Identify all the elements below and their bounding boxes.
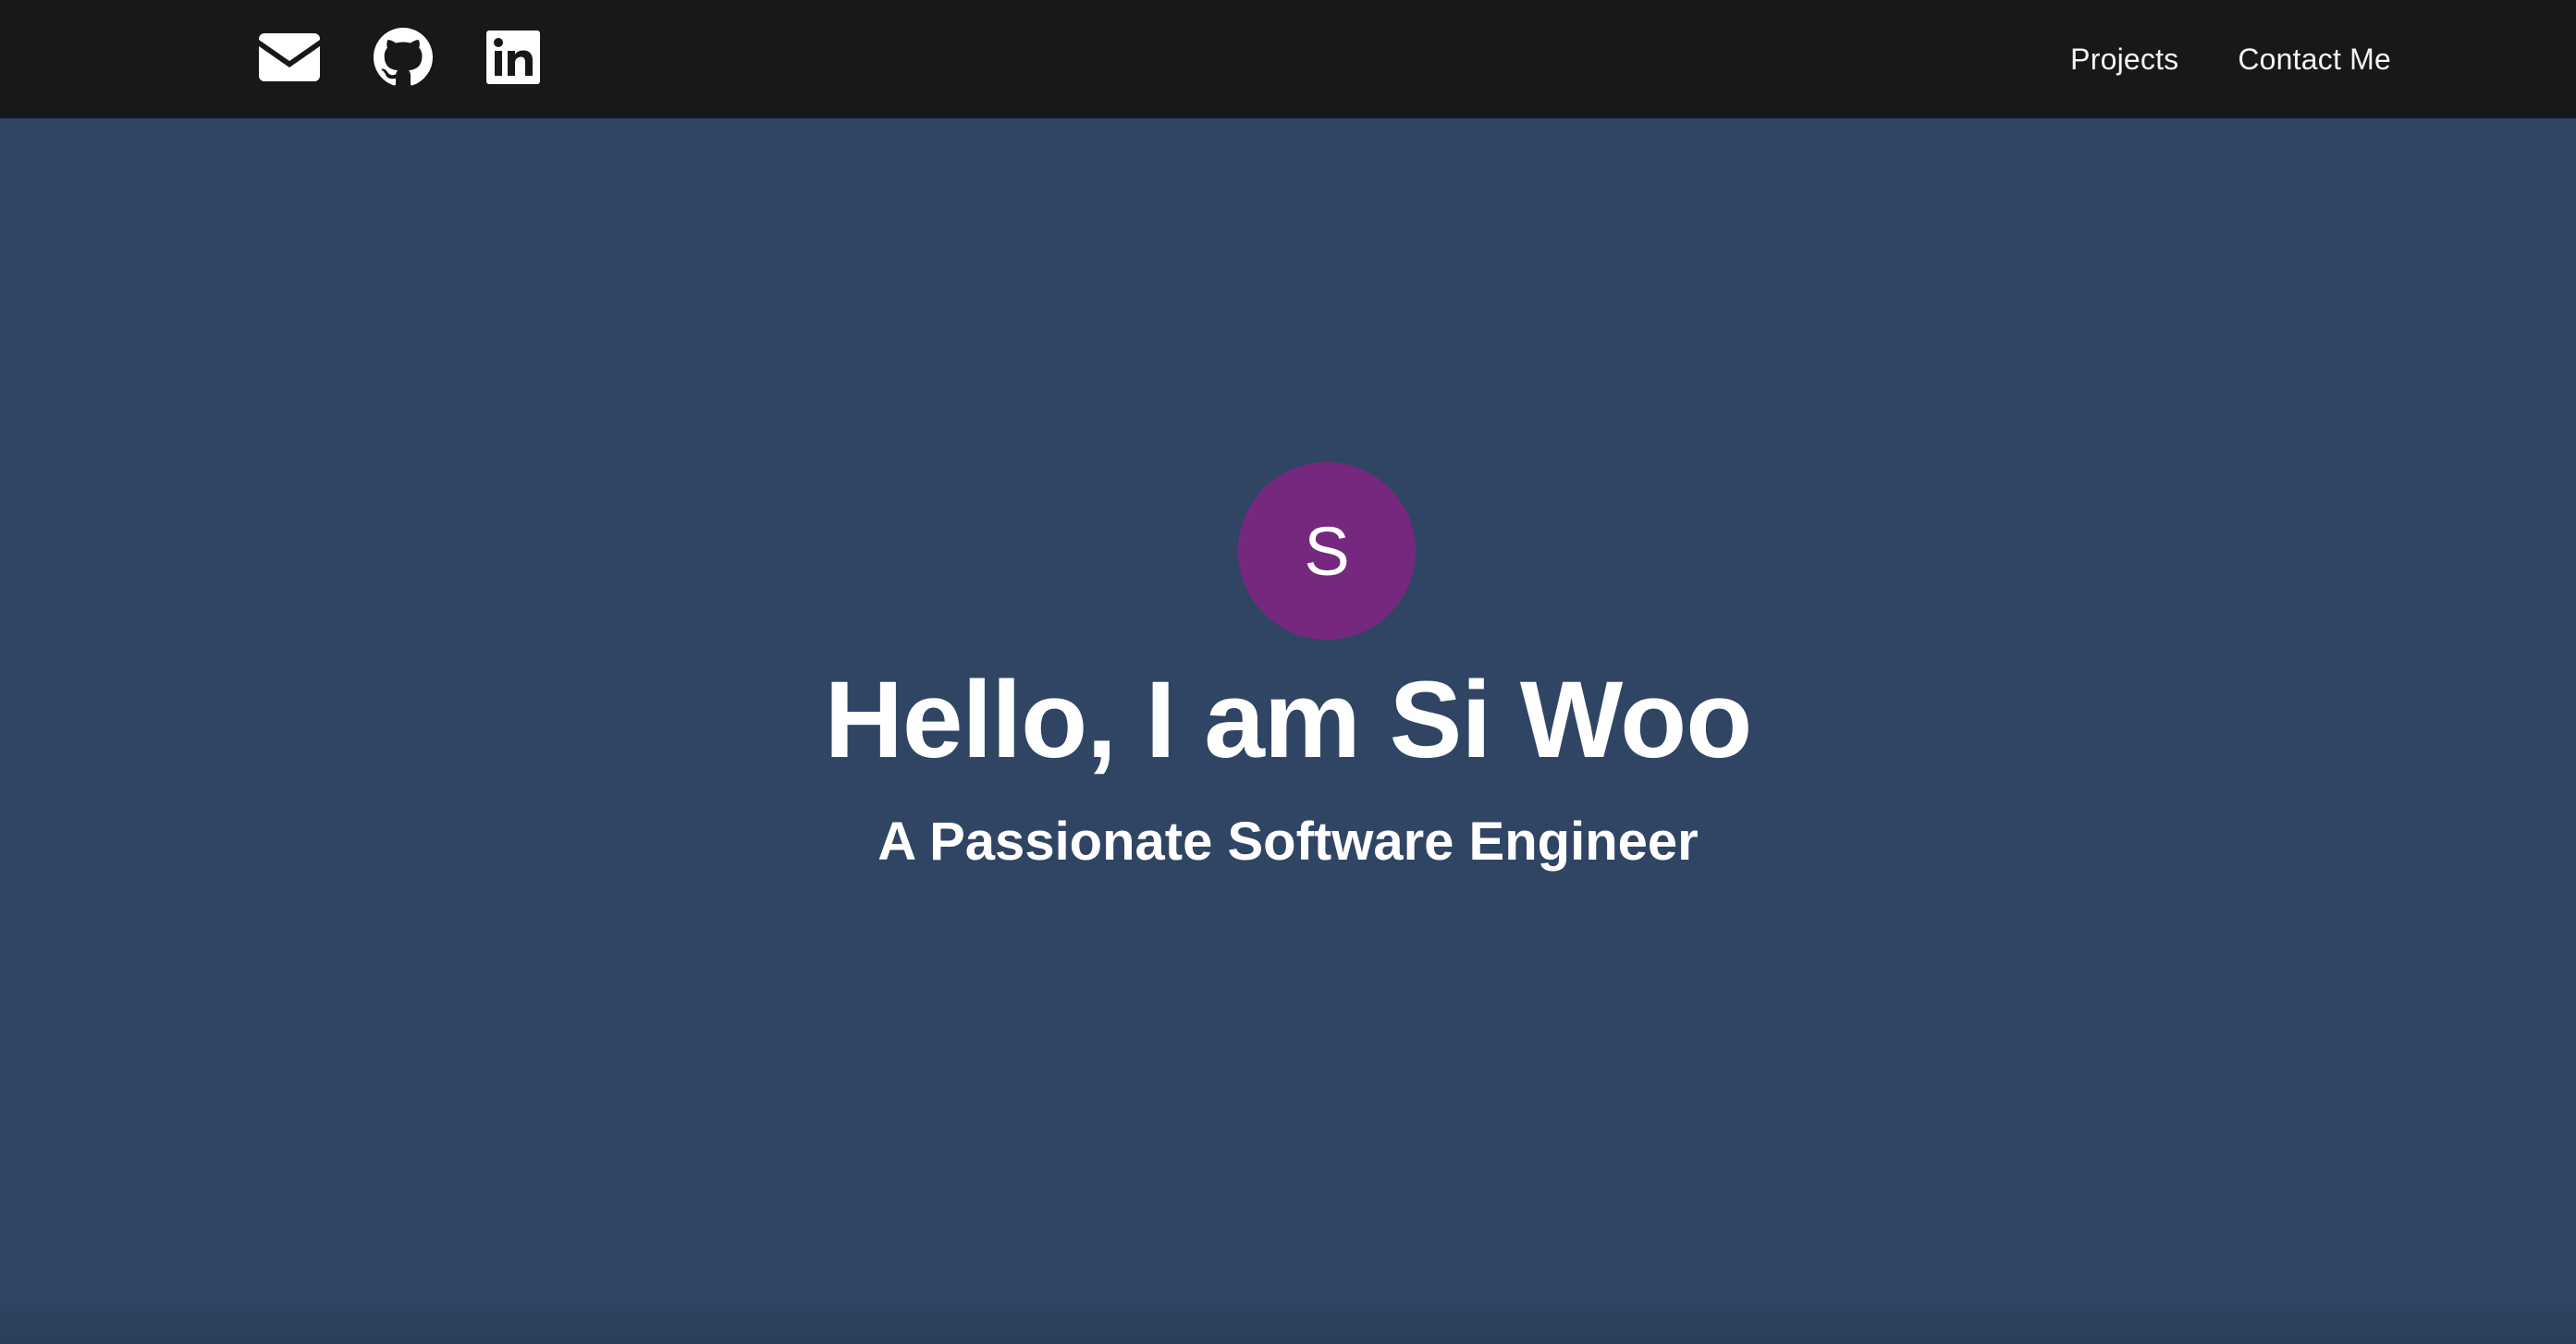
email-link[interactable] [259, 33, 320, 81]
hero-section: S Hello, I am Si Woo A Passionate Softwa… [0, 118, 2576, 1344]
hero-subtitle: A Passionate Software Engineer [877, 812, 1699, 872]
github-icon [374, 28, 433, 86]
nav-link-projects[interactable]: Projects [2070, 43, 2178, 77]
linkedin-link[interactable] [486, 31, 540, 84]
nav-links: Projects Contact Me [2070, 0, 2391, 118]
linkedin-icon [486, 31, 540, 84]
social-links [259, 26, 540, 89]
hero-title: Hello, I am Si Woo [824, 659, 1753, 781]
email-icon [259, 33, 320, 81]
nav-link-contact[interactable]: Contact Me [2238, 43, 2391, 77]
avatar: S [1238, 462, 1416, 640]
top-navbar: Projects Contact Me [0, 0, 2576, 118]
github-link[interactable] [374, 28, 433, 87]
